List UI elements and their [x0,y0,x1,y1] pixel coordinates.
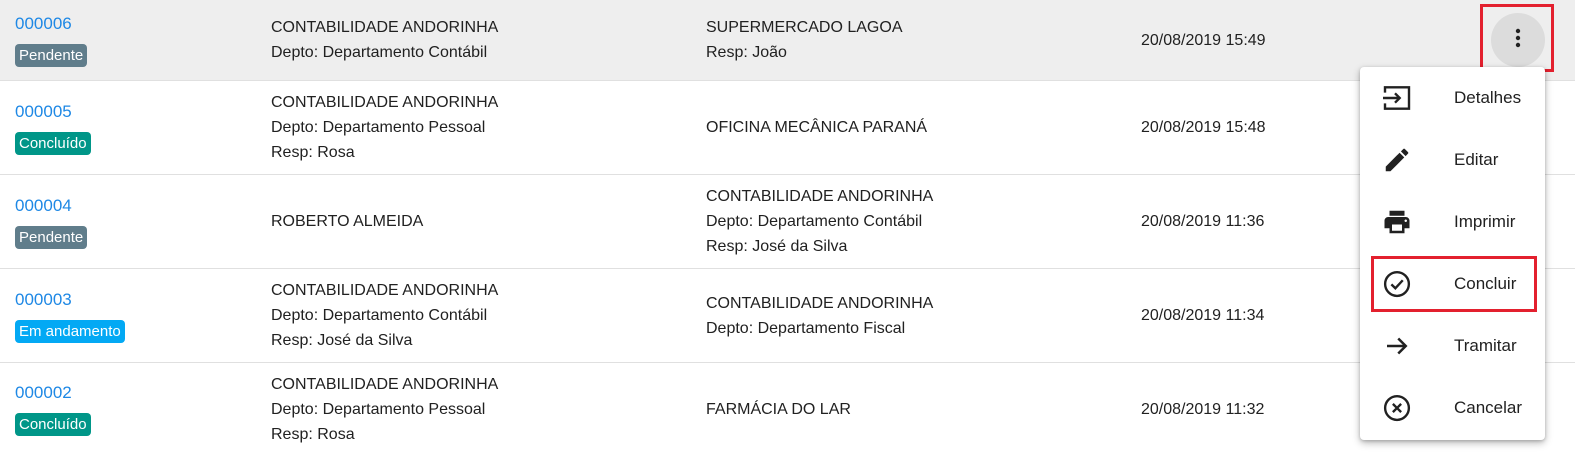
menu-item-detalhes[interactable]: Detalhes [1360,67,1545,129]
status-badge: Pendente [15,44,88,67]
cancel-circle-icon [1381,392,1413,424]
origin-department: Depto: Departamento Contábil [271,44,488,61]
arrow-right-icon [1381,330,1413,362]
status-badge: Em andamento [15,319,125,343]
table-row: 000002 Concluído CONTABILIDADE ANDORINHA… [0,363,1575,455]
destination-cell: FARMÁCIA DO LAR [706,363,851,455]
protocol-id-cell: 000002 Concluído [15,363,91,455]
menu-item-tramitar[interactable]: Tramitar [1360,315,1545,377]
table-row: 000003 Em andamento CONTABILIDADE ANDORI… [0,269,1575,363]
table-row: 000006 Pendente CONTABILIDADE ANDORINHA … [0,0,1575,81]
protocol-id-cell: 000005 Concluído [15,81,91,174]
menu-item-editar[interactable]: Editar [1360,129,1545,191]
table-row: 000004 Pendente ROBERTO ALMEIDA CONTABIL… [0,175,1575,269]
protocol-link[interactable]: 000002 [15,382,91,404]
destination-responsible: Resp: José da Silva [706,238,848,255]
destination-company: OFICINA MECÂNICA PARANÁ [706,119,928,136]
protocol-id-cell: 000004 Pendente [15,175,88,268]
origin-responsible: Resp: José da Silva [271,332,413,349]
destination-cell: SUPERMERCADO LAGOA Resp: João [706,0,902,80]
protocol-link[interactable]: 000005 [15,101,91,123]
protocol-link[interactable]: 000006 [15,13,87,35]
highlight-frame [1371,256,1537,312]
destination-cell: CONTABILIDADE ANDORINHA Depto: Departame… [706,269,933,362]
origin-department: Depto: Departamento Pessoal [271,400,486,418]
status-badge: Pendente [15,225,88,249]
origin-company: CONTABILIDADE ANDORINHA [271,19,499,36]
menu-item-label: Detalhes [1454,88,1522,107]
origin-responsible: Resp: Rosa [271,144,355,161]
destination-department: Depto: Departamento Contábil [706,213,923,230]
destination-company: FARMÁCIA DO LAR [706,400,851,418]
datetime-cell: 20/08/2019 15:49 [1141,0,1266,80]
datetime-cell: 20/08/2019 11:32 [1141,363,1264,455]
status-badge: Concluído [15,131,91,155]
menu-item-label: Editar [1454,150,1499,169]
destination-cell: CONTABILIDADE ANDORINHA Depto: Departame… [706,175,933,268]
origin-company: ROBERTO ALMEIDA [271,213,424,230]
destination-responsible: Resp: João [706,44,787,61]
status-badge: Concluído [15,413,91,436]
origin-cell: CONTABILIDADE ANDORINHA Depto: Departame… [271,363,498,455]
protocol-id-cell: 000003 Em andamento [15,269,125,362]
table-row: 000005 Concluído CONTABILIDADE ANDORINHA… [0,81,1575,175]
origin-company: CONTABILIDADE ANDORINHA [271,375,499,393]
protocol-link[interactable]: 000004 [15,195,87,217]
menu-item-label: Imprimir [1454,212,1516,231]
datetime-text: 20/08/2019 15:48 [1141,119,1266,136]
menu-item-cancelar[interactable]: Cancelar [1360,377,1545,439]
menu-item-label: Tramitar [1454,336,1517,355]
origin-company: CONTABILIDADE ANDORINHA [271,282,499,299]
datetime-cell: 20/08/2019 11:34 [1141,269,1264,362]
destination-company: CONTABILIDADE ANDORINHA [706,188,934,205]
origin-cell: CONTABILIDADE ANDORINHA Depto: Departame… [271,81,498,174]
protocol-id-cell: 000006 Pendente [15,0,88,80]
destination-company: CONTABILIDADE ANDORINHA [706,294,934,312]
origin-cell: ROBERTO ALMEIDA [271,175,423,268]
datetime-text: 20/08/2019 11:32 [1141,400,1265,418]
origin-responsible: Resp: Rosa [271,425,355,443]
row-actions-menu: Detalhes Editar Imprimir Concluir Tramit… [1360,67,1545,440]
menu-item-imprimir[interactable]: Imprimir [1360,191,1545,253]
login-icon [1381,82,1413,114]
datetime-cell: 20/08/2019 11:36 [1141,175,1264,268]
destination-department: Depto: Departamento Fiscal [706,319,906,337]
protocol-link[interactable]: 000003 [15,289,125,311]
destination-company: SUPERMERCADO LAGOA [706,19,903,36]
origin-cell: CONTABILIDADE ANDORINHA Depto: Departame… [271,269,498,362]
printer-icon [1381,206,1413,238]
origin-cell: CONTABILIDADE ANDORINHA Depto: Departame… [271,0,498,80]
datetime-cell: 20/08/2019 15:48 [1141,81,1266,174]
menu-item-label: Cancelar [1454,398,1523,417]
origin-department: Depto: Departamento Contábil [271,307,488,324]
datetime-text: 20/08/2019 15:49 [1141,31,1266,49]
datetime-text: 20/08/2019 11:36 [1141,213,1265,230]
highlight-frame [1480,4,1554,72]
origin-department: Depto: Departamento Pessoal [271,119,486,136]
datetime-text: 20/08/2019 11:34 [1141,307,1265,324]
destination-cell: OFICINA MECÂNICA PARANÁ [706,81,927,174]
origin-company: CONTABILIDADE ANDORINHA [271,94,499,111]
pencil-icon [1381,144,1413,176]
